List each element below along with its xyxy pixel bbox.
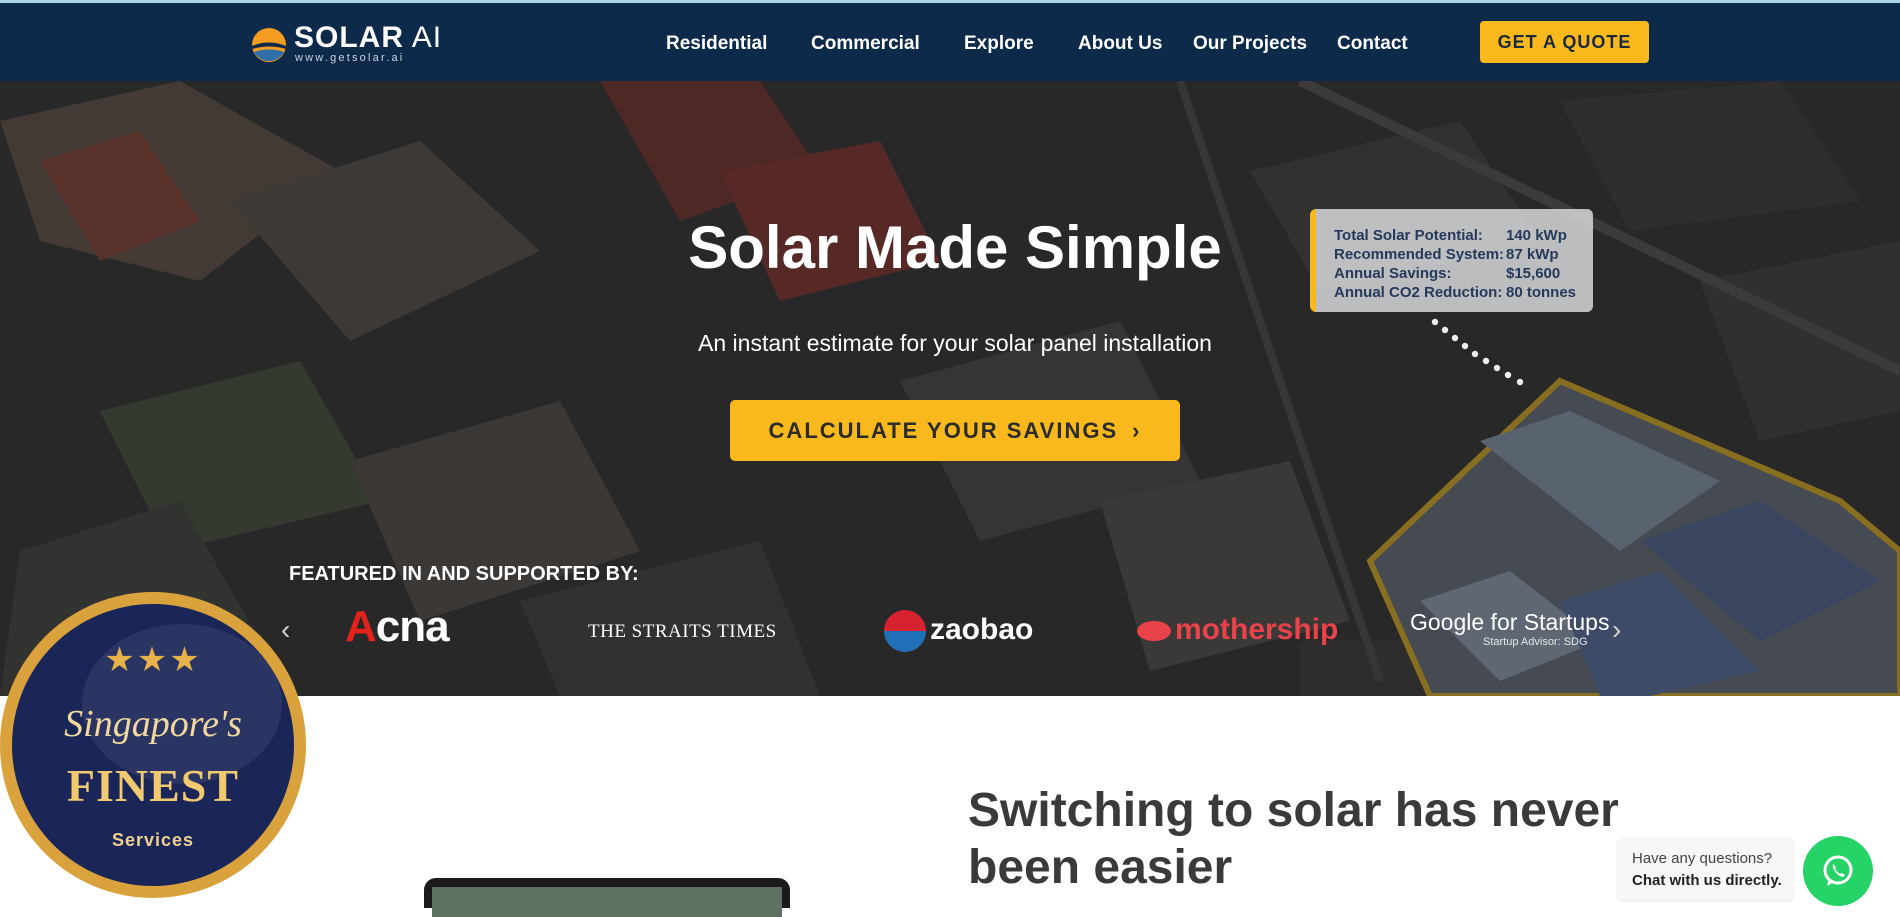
- hero-subtitle: An instant estimate for your solar panel…: [698, 330, 1212, 356]
- section-title: Switching to solar has never been easier: [968, 784, 1619, 894]
- nav-about-us[interactable]: About Us: [1078, 33, 1162, 55]
- estimate-label: Recommended System:: [1334, 246, 1505, 263]
- google-for-startups-logo[interactable]: Google for Startups: [1410, 609, 1609, 636]
- hero-section: Solar Made Simple An instant estimate fo…: [0, 81, 1900, 696]
- logo-url: www.getsolar.ai: [295, 52, 405, 64]
- badge-services-text: Services: [111, 830, 195, 850]
- estimate-card: Total Solar Potential: 140 kWp Recommend…: [1310, 209, 1593, 312]
- estimate-value: 87 kWp: [1506, 246, 1559, 263]
- laptop-image: [424, 878, 790, 917]
- estimate-value: 80 tonnes: [1506, 284, 1577, 301]
- nav-commercial[interactable]: Commercial: [811, 33, 920, 55]
- estimate-label: Total Solar Potential:: [1334, 227, 1483, 244]
- badge-inner: ★★★ Singapore's FINEST Services: [12, 604, 294, 886]
- get-a-quote-button[interactable]: GET A QUOTE: [1480, 21, 1649, 63]
- hero-title: Solar Made Simple: [688, 214, 1222, 281]
- nav-residential[interactable]: Residential: [666, 33, 767, 55]
- singapores-finest-badge[interactable]: ★★★ Singapore's FINEST Services: [0, 592, 306, 898]
- zaobao-mark-icon: [884, 610, 926, 652]
- estimate-value: $15,600: [1506, 265, 1561, 282]
- badge-script-text: Singapore's: [64, 703, 242, 745]
- nav-explore[interactable]: Explore: [964, 33, 1034, 55]
- estimate-label: Annual CO2 Reduction:: [1334, 284, 1503, 301]
- calculate-savings-button[interactable]: CALCULATE YOUR SAVINGS ›: [730, 400, 1180, 461]
- estimate-connector-dots: [1431, 318, 1524, 386]
- carousel-next-arrow-icon[interactable]: ›: [1612, 614, 1621, 646]
- google-startups-subtitle: Startup Advisor: SDG: [1483, 636, 1588, 648]
- mothership-logo[interactable]: mothership: [1137, 613, 1338, 647]
- featured-heading: FEATURED IN AND SUPPORTED BY:: [289, 563, 639, 585]
- cna-logo[interactable]: Acna: [345, 602, 450, 652]
- sun-logo-icon: [252, 28, 286, 62]
- navbar: SOLAR AI www.getsolar.ai Residential Com…: [0, 3, 1900, 81]
- logo-wordmark: SOLAR AI: [294, 21, 443, 54]
- badge-finest-text: FINEST: [66, 760, 240, 811]
- calculate-savings-label: CALCULATE YOUR SAVINGS: [768, 418, 1119, 443]
- chat-prompt-line1: Have any questions?: [1632, 850, 1773, 867]
- hero-overlay: [0, 81, 1900, 696]
- chat-prompt-bubble[interactable]: Have any questions? Chat with us directl…: [1618, 838, 1793, 900]
- estimate-value: 140 kWp: [1506, 227, 1567, 244]
- whatsapp-icon: [1823, 855, 1853, 886]
- chat-prompt-line2: Chat with us directly.: [1632, 872, 1782, 889]
- straits-times-logo[interactable]: THE STRAITS TIMES: [588, 621, 777, 643]
- nav-contact[interactable]: Contact: [1337, 33, 1408, 55]
- chevron-right-icon: ›: [1132, 418, 1142, 443]
- estimate-label: Annual Savings:: [1334, 265, 1452, 282]
- whatsapp-button[interactable]: [1803, 836, 1873, 906]
- badge-stars-icon: ★★★: [104, 641, 202, 679]
- zaobao-logo[interactable]: zaobao: [884, 610, 1033, 652]
- nav-our-projects[interactable]: Our Projects: [1193, 33, 1307, 55]
- mothership-lips-icon: [1137, 621, 1171, 642]
- laptop-screen: [432, 887, 782, 917]
